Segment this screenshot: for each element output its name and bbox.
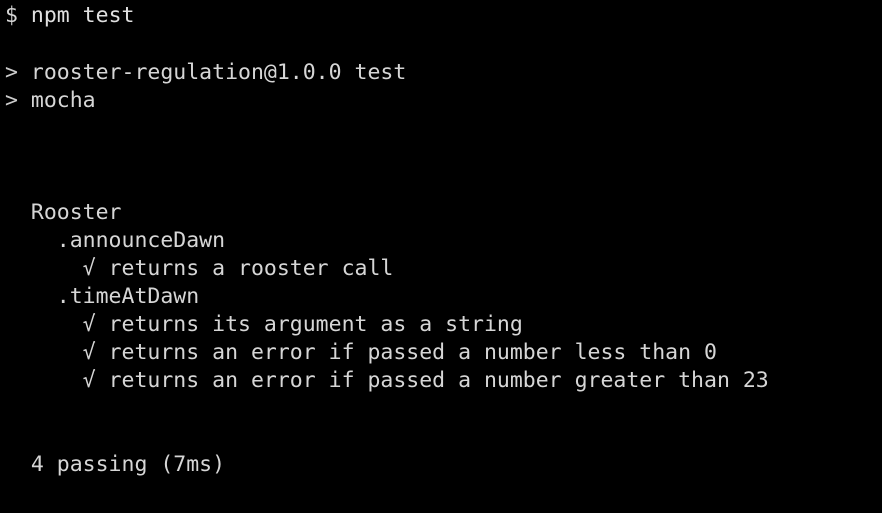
test-result-line: √ returns its argument as a string xyxy=(5,311,523,339)
check-mark-icon: √ xyxy=(82,256,96,281)
suite-title: Rooster xyxy=(5,199,122,227)
script-line-package: > rooster-regulation@1.0.0 test xyxy=(5,59,406,87)
script-marker: > xyxy=(5,88,18,113)
passing-summary: 4 passing (7ms) xyxy=(30,452,226,477)
script-text: rooster-regulation@1.0.0 test xyxy=(30,60,407,85)
test-result-line: √ returns an error if passed a number le… xyxy=(5,339,717,367)
test-result-line: √ returns a rooster call xyxy=(5,255,394,283)
suite-name: Rooster xyxy=(30,200,122,225)
command-line: $ npm test xyxy=(5,2,134,30)
prompt-symbol: $ xyxy=(5,3,18,28)
test-name: returns an error if passed a number less… xyxy=(108,340,717,365)
command-text: npm test xyxy=(30,3,135,28)
test-name: returns an error if passed a number grea… xyxy=(108,368,769,393)
test-result-line: √ returns an error if passed a number gr… xyxy=(5,367,769,395)
check-mark-icon: √ xyxy=(82,340,96,365)
script-text: mocha xyxy=(30,88,96,113)
script-marker: > xyxy=(5,60,18,85)
script-line-runner: > mocha xyxy=(5,87,96,115)
check-mark-icon: √ xyxy=(82,368,96,393)
terminal-window[interactable]: $ npm test > rooster-regulation@1.0.0 te… xyxy=(0,0,882,513)
test-name: returns a rooster call xyxy=(108,256,394,281)
group-name: .timeAtDawn xyxy=(56,284,200,309)
group-title: .timeAtDawn xyxy=(5,283,199,311)
test-name: returns its argument as a string xyxy=(108,312,523,337)
group-name: .announceDawn xyxy=(56,228,226,253)
summary-line: 4 passing (7ms) xyxy=(5,451,225,479)
group-title: .announceDawn xyxy=(5,227,225,255)
check-mark-icon: √ xyxy=(82,312,96,337)
